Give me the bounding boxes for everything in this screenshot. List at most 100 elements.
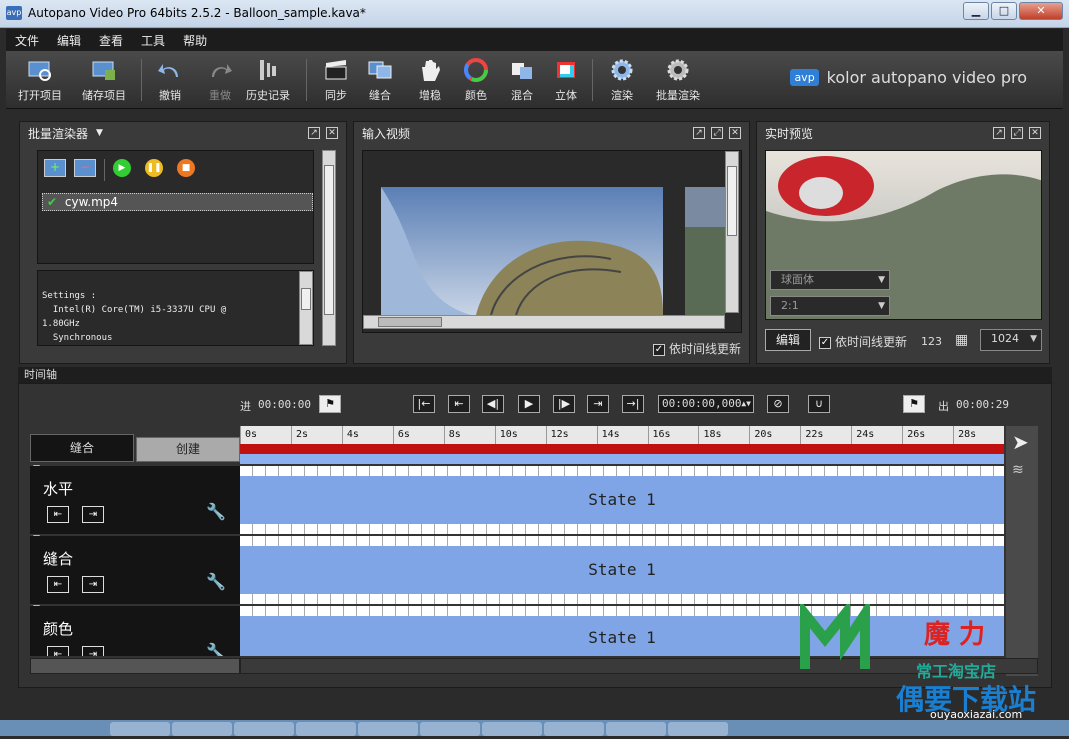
dropdown-arrow-icon[interactable]: ▼ (96, 128, 103, 138)
checkbox-icon[interactable]: ✓ (652, 343, 665, 356)
magnet-button[interactable]: ∪ (808, 395, 830, 413)
projection-dropdown[interactable]: 球面体 (770, 270, 890, 290)
goto-out-button[interactable]: ⇥ (587, 395, 609, 413)
undo-icon (158, 64, 178, 77)
edit-button[interactable]: 编辑 (765, 329, 811, 351)
taskbar-item[interactable] (358, 722, 418, 736)
taskbar-item[interactable] (544, 722, 604, 736)
wrench-icon[interactable]: 🔧 (206, 572, 226, 591)
preview-viewer[interactable]: 球面体 2:1 (765, 150, 1042, 320)
next-frame-button[interactable]: |▶ (553, 395, 575, 413)
history-button[interactable]: 历史记录 (240, 57, 296, 103)
wrench-icon[interactable]: 🔧 (206, 642, 226, 656)
menu-edit[interactable]: 编辑 (48, 32, 90, 49)
minimize-button[interactable]: ▁ (963, 2, 989, 20)
remove-job-icon[interactable]: − (74, 159, 96, 177)
save-project-button[interactable]: 储存项目 (76, 57, 132, 103)
menu-help[interactable]: 帮助 (174, 32, 216, 49)
batch-gear-icon (667, 59, 689, 81)
clapper-icon (325, 60, 347, 80)
goto-end-button[interactable]: →| (622, 395, 644, 413)
render-button[interactable]: 渲染 (594, 57, 650, 103)
batch-render-button[interactable]: 批量渲染 (646, 57, 710, 103)
render-range-bar[interactable] (240, 444, 1004, 454)
panel-close-icon[interactable]: ✕ (1029, 127, 1041, 139)
taskbar-item[interactable] (234, 722, 294, 736)
speed-button[interactable]: ⊘ (767, 395, 789, 413)
stitch-button[interactable]: 缝合 (352, 57, 408, 103)
input-timeline-update[interactable]: ✓ 依时间线更新 (652, 340, 741, 357)
input-video-vscroll[interactable] (725, 151, 739, 313)
stack-tool-icon[interactable]: ≋ (1012, 462, 1024, 478)
taskbar-item[interactable] (482, 722, 542, 736)
goto-in-button[interactable]: ⇤ (448, 395, 470, 413)
popout-icon[interactable]: ↗ (308, 127, 320, 139)
hand-icon (422, 60, 440, 81)
batch-job-row[interactable]: ✔ cyw.mp4 (42, 193, 313, 211)
wrench-icon[interactable]: 🔧 (206, 502, 226, 521)
track-goto-out-icon[interactable]: ⇥ (82, 506, 104, 523)
track-goto-out-icon[interactable]: ⇥ (82, 576, 104, 593)
play-icon[interactable]: ▶ (113, 159, 131, 177)
batch-panel-scrollbar[interactable] (322, 150, 336, 346)
track-state-block[interactable]: State 1 (240, 546, 1004, 594)
add-job-icon[interactable]: + (44, 159, 66, 177)
input-video-hscroll[interactable] (363, 315, 725, 329)
current-time-spinbox[interactable]: 00:00:00,000 ▲▼ (658, 395, 754, 413)
settings-scrollbar[interactable] (299, 271, 313, 345)
menu-file[interactable]: 文件 (6, 32, 48, 49)
batch-job-filename: cyw.mp4 (64, 195, 119, 209)
set-out-flag-button[interactable]: ⚑ (903, 395, 925, 413)
goto-start-button[interactable]: |← (413, 395, 435, 413)
maximize-button[interactable]: □ (991, 2, 1017, 20)
os-taskbar (0, 720, 1069, 736)
taskbar-item[interactable] (296, 722, 356, 736)
set-in-flag-button[interactable]: ⚑ (319, 395, 341, 413)
maximize-icon[interactable]: ⤢ (1011, 127, 1023, 139)
panel-close-icon[interactable]: ✕ (729, 127, 741, 139)
play-button[interactable]: ▶ (518, 395, 540, 413)
title-bar: avp Autopano Video Pro 64bits 2.5.2 - Ba… (0, 0, 1069, 28)
preview-timeline-update[interactable]: ✓ 依时间线更新 (819, 333, 907, 350)
tab-stitch[interactable]: 缝合 (30, 434, 134, 462)
in-time: 00:00:00 (258, 398, 311, 411)
track-goto-in-icon[interactable]: ⇤ (47, 506, 69, 523)
taskbar-item[interactable] (606, 722, 666, 736)
ratio-dropdown[interactable]: 2:1 (770, 296, 890, 316)
prev-frame-button[interactable]: ◀| (482, 395, 504, 413)
taskbar-item[interactable] (110, 722, 170, 736)
menu-tools[interactable]: 工具 (132, 32, 174, 49)
preview-number: 123 (921, 335, 942, 348)
time-ruler[interactable]: 0s 2s 4s 6s 8s 10s 12s 14s 16s 18s 20s 22s 24s 26s 28s (240, 426, 1004, 444)
tab-create[interactable]: 创建 (136, 437, 240, 462)
taskbar-item[interactable] (172, 722, 232, 736)
track-list-hscroll[interactable] (30, 658, 240, 674)
out-time: 00:00:29 (956, 398, 1009, 411)
track-goto-out-icon[interactable]: ⇥ (82, 646, 104, 656)
close-button[interactable]: ✕ (1019, 2, 1063, 20)
checkbox-icon[interactable]: ✓ (819, 336, 831, 349)
track-state-block[interactable]: State 1 (240, 476, 1004, 524)
popout-icon[interactable]: ↗ (693, 127, 705, 139)
grid-icon[interactable]: ▦ (955, 332, 968, 348)
track-goto-in-icon[interactable]: ⇤ (47, 646, 69, 656)
taskbar-item[interactable] (420, 722, 480, 736)
redo-icon (212, 64, 232, 77)
maximize-icon[interactable]: ⤢ (711, 127, 723, 139)
pause-icon[interactable]: ❚❚ (145, 159, 163, 177)
popout-icon[interactable]: ↗ (993, 127, 1005, 139)
taskbar-item[interactable] (668, 722, 728, 736)
open-project-button[interactable]: 打开项目 (12, 57, 68, 103)
input-video-viewer[interactable] (362, 150, 742, 333)
stereo-button[interactable]: 立体 (538, 57, 594, 103)
undo-button[interactable]: 撤销 (142, 57, 198, 103)
selection-range-bar[interactable] (240, 454, 1004, 464)
brand-logo: avp kolor autopano video pro (790, 68, 1027, 87)
menu-view[interactable]: 查看 (90, 32, 132, 49)
cursor-tool-icon[interactable]: ➤ (1012, 430, 1029, 454)
panel-close-icon[interactable]: ✕ (326, 127, 338, 139)
track-goto-in-icon[interactable]: ⇤ (47, 576, 69, 593)
output-width-dropdown[interactable]: 1024 (980, 329, 1042, 351)
stop-icon[interactable]: ■ (177, 159, 195, 177)
spin-arrows-icon[interactable]: ▲▼ (741, 396, 751, 412)
